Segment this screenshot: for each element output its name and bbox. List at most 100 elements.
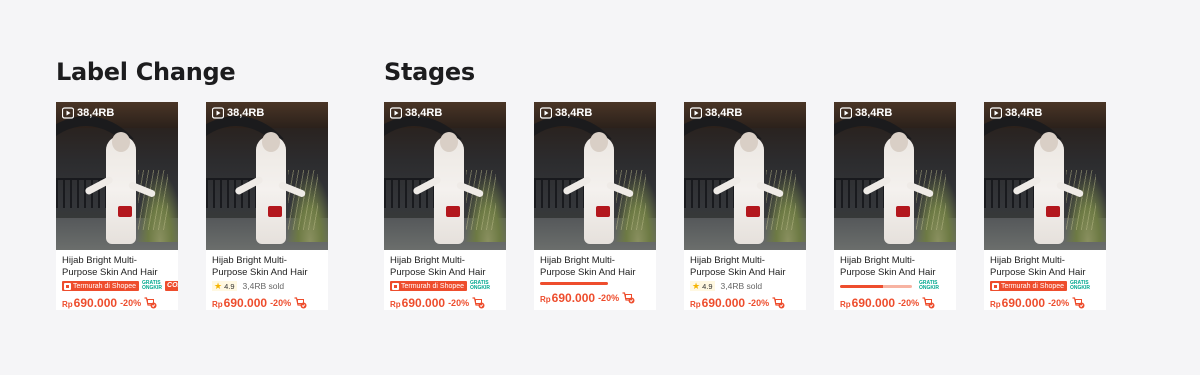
discount-badge: -20% bbox=[1048, 298, 1070, 308]
price-value: 690.000 bbox=[551, 291, 596, 305]
product-name: Hijab Bright Multi-Purpose Skin And Hair… bbox=[540, 255, 636, 278]
cart-icon[interactable] bbox=[922, 297, 935, 309]
price-currency: Rp bbox=[212, 300, 223, 309]
tag-icon bbox=[392, 282, 399, 290]
product-name: Hijab Bright Multi-Purpose Skin And Hair… bbox=[990, 255, 1086, 278]
discount-badge: -20% bbox=[598, 293, 620, 303]
price: Rp690.000 bbox=[540, 291, 595, 305]
price: Rp690.000 bbox=[390, 296, 445, 310]
tag-icon bbox=[64, 282, 71, 290]
product-image: 38,4RB bbox=[384, 102, 506, 250]
section-title-stages: Stages bbox=[384, 58, 475, 86]
product-card[interactable]: 38,4RB Hijab Bright Multi-Purpose Skin A… bbox=[684, 102, 806, 310]
product-card[interactable]: 38,4RB Hijab Bright Multi-Purpose Skin A… bbox=[834, 102, 956, 310]
play-icon bbox=[540, 107, 552, 119]
section-title-label-change: Label Change bbox=[56, 58, 236, 86]
price-value: 690.000 bbox=[1001, 296, 1046, 310]
product-name: Hijab Bright Multi-Purpose Skin And Hair… bbox=[212, 255, 308, 278]
stage-progress-bar bbox=[840, 284, 912, 288]
price: Rp690.000 bbox=[690, 296, 745, 310]
rating-value: 4.9 bbox=[702, 281, 713, 291]
price-currency: Rp bbox=[62, 300, 73, 309]
view-count: 38,4RB bbox=[62, 107, 114, 119]
view-count-text: 38,4RB bbox=[405, 107, 443, 119]
product-name: Hijab Bright Multi-Purpose Skin And Hair… bbox=[840, 255, 936, 278]
view-count-text: 38,4RB bbox=[855, 107, 893, 119]
rating-value: 4.9 bbox=[224, 281, 235, 291]
product-card[interactable]: 38,4RB Hijab Bright Multi-Purpose Skin A… bbox=[534, 102, 656, 310]
product-image: 38,4RB bbox=[534, 102, 656, 250]
view-count: 38,4RB bbox=[540, 107, 592, 119]
price-value: 690.000 bbox=[701, 296, 746, 310]
product-image: 38,4RB bbox=[834, 102, 956, 250]
star-icon: ★ bbox=[692, 280, 701, 291]
cart-icon[interactable] bbox=[472, 297, 485, 309]
sold-count: 3,4RB sold bbox=[242, 281, 285, 291]
play-icon bbox=[62, 107, 74, 119]
product-image: 38,4RB bbox=[684, 102, 806, 250]
product-card[interactable]: 38,4RB Hijab Bright Multi-Purpose Skin A… bbox=[984, 102, 1106, 310]
cart-icon[interactable] bbox=[294, 297, 307, 309]
price-currency: Rp bbox=[840, 300, 851, 309]
discount-badge: -20% bbox=[448, 298, 470, 308]
price-currency: Rp bbox=[390, 300, 401, 309]
play-icon bbox=[390, 107, 402, 119]
sold-count: 3,4RB sold bbox=[720, 281, 763, 291]
tag-icon bbox=[992, 282, 999, 290]
view-count-text: 38,4RB bbox=[705, 107, 743, 119]
price: Rp690.000 bbox=[212, 296, 267, 310]
product-image: 38,4RB bbox=[56, 102, 178, 250]
price: Rp690.000 bbox=[62, 296, 117, 310]
badge-free-shipping: GRATIS ONGKIR bbox=[470, 280, 491, 291]
stage-progress-bar bbox=[540, 282, 608, 285]
rating-badge: ★ 4.9 bbox=[212, 281, 237, 291]
product-card[interactable]: 38,4RB Hijab Bright Multi-Purpose Skin A… bbox=[56, 102, 178, 310]
product-card[interactable]: 38,4RB Hijab Bright Multi-Purpose Skin A… bbox=[384, 102, 506, 310]
price-value: 690.000 bbox=[851, 296, 896, 310]
discount-badge: -20% bbox=[898, 298, 920, 308]
cart-icon[interactable] bbox=[1072, 297, 1085, 309]
badge-cod: COD bbox=[165, 281, 178, 291]
view-count: 38,4RB bbox=[990, 107, 1042, 119]
view-count: 38,4RB bbox=[390, 107, 442, 119]
price-currency: Rp bbox=[540, 295, 551, 304]
badge-cheapest-label: Termurah di Shopee bbox=[401, 282, 465, 290]
badge-cheapest-label: Termurah di Shopee bbox=[73, 282, 137, 290]
cart-icon[interactable] bbox=[144, 297, 157, 309]
cart-icon[interactable] bbox=[772, 297, 785, 309]
play-icon bbox=[990, 107, 1002, 119]
price: Rp690.000 bbox=[840, 296, 895, 310]
price-value: 690.000 bbox=[73, 296, 118, 310]
view-count: 38,4RB bbox=[212, 107, 264, 119]
price-currency: Rp bbox=[690, 300, 701, 309]
view-count-text: 38,4RB bbox=[1005, 107, 1043, 119]
product-card[interactable]: 38,4RB Hijab Bright Multi-Purpose Skin A… bbox=[206, 102, 328, 310]
play-icon bbox=[212, 107, 224, 119]
badge-free-shipping: GRATIS ONGKIR bbox=[142, 280, 163, 291]
product-name: Hijab Bright Multi-Purpose Skin And Hair… bbox=[690, 255, 786, 278]
badge-cheapest: Termurah di Shopee bbox=[990, 281, 1068, 291]
play-icon bbox=[840, 107, 852, 119]
price-value: 690.000 bbox=[401, 296, 446, 310]
play-icon bbox=[690, 107, 702, 119]
star-icon: ★ bbox=[214, 280, 223, 291]
product-name: Hijab Bright Multi-Purpose Skin And Hair… bbox=[62, 255, 158, 278]
view-count-text: 38,4RB bbox=[77, 107, 115, 119]
badge-cheapest: Termurah di Shopee bbox=[62, 281, 140, 291]
product-image: 38,4RB bbox=[206, 102, 328, 250]
product-image: 38,4RB bbox=[984, 102, 1106, 250]
rating-badge: ★ 4.9 bbox=[690, 281, 715, 291]
cart-icon[interactable] bbox=[622, 292, 635, 304]
price: Rp690.000 bbox=[990, 296, 1045, 310]
badge-cheapest: Termurah di Shopee bbox=[390, 281, 468, 291]
badge-free-shipping: GRATIS ONGKIR bbox=[1070, 280, 1091, 291]
badge-free-shipping: GRATIS ONGKIR bbox=[919, 280, 939, 291]
product-name: Hijab Bright Multi-Purpose Skin And Hair… bbox=[390, 255, 486, 278]
price-value: 690.000 bbox=[223, 296, 268, 310]
view-count-text: 38,4RB bbox=[227, 107, 265, 119]
view-count: 38,4RB bbox=[840, 107, 892, 119]
badge-cheapest-label: Termurah di Shopee bbox=[1001, 282, 1065, 290]
discount-badge: -20% bbox=[748, 298, 770, 308]
discount-badge: -20% bbox=[120, 298, 142, 308]
view-count-text: 38,4RB bbox=[555, 107, 593, 119]
